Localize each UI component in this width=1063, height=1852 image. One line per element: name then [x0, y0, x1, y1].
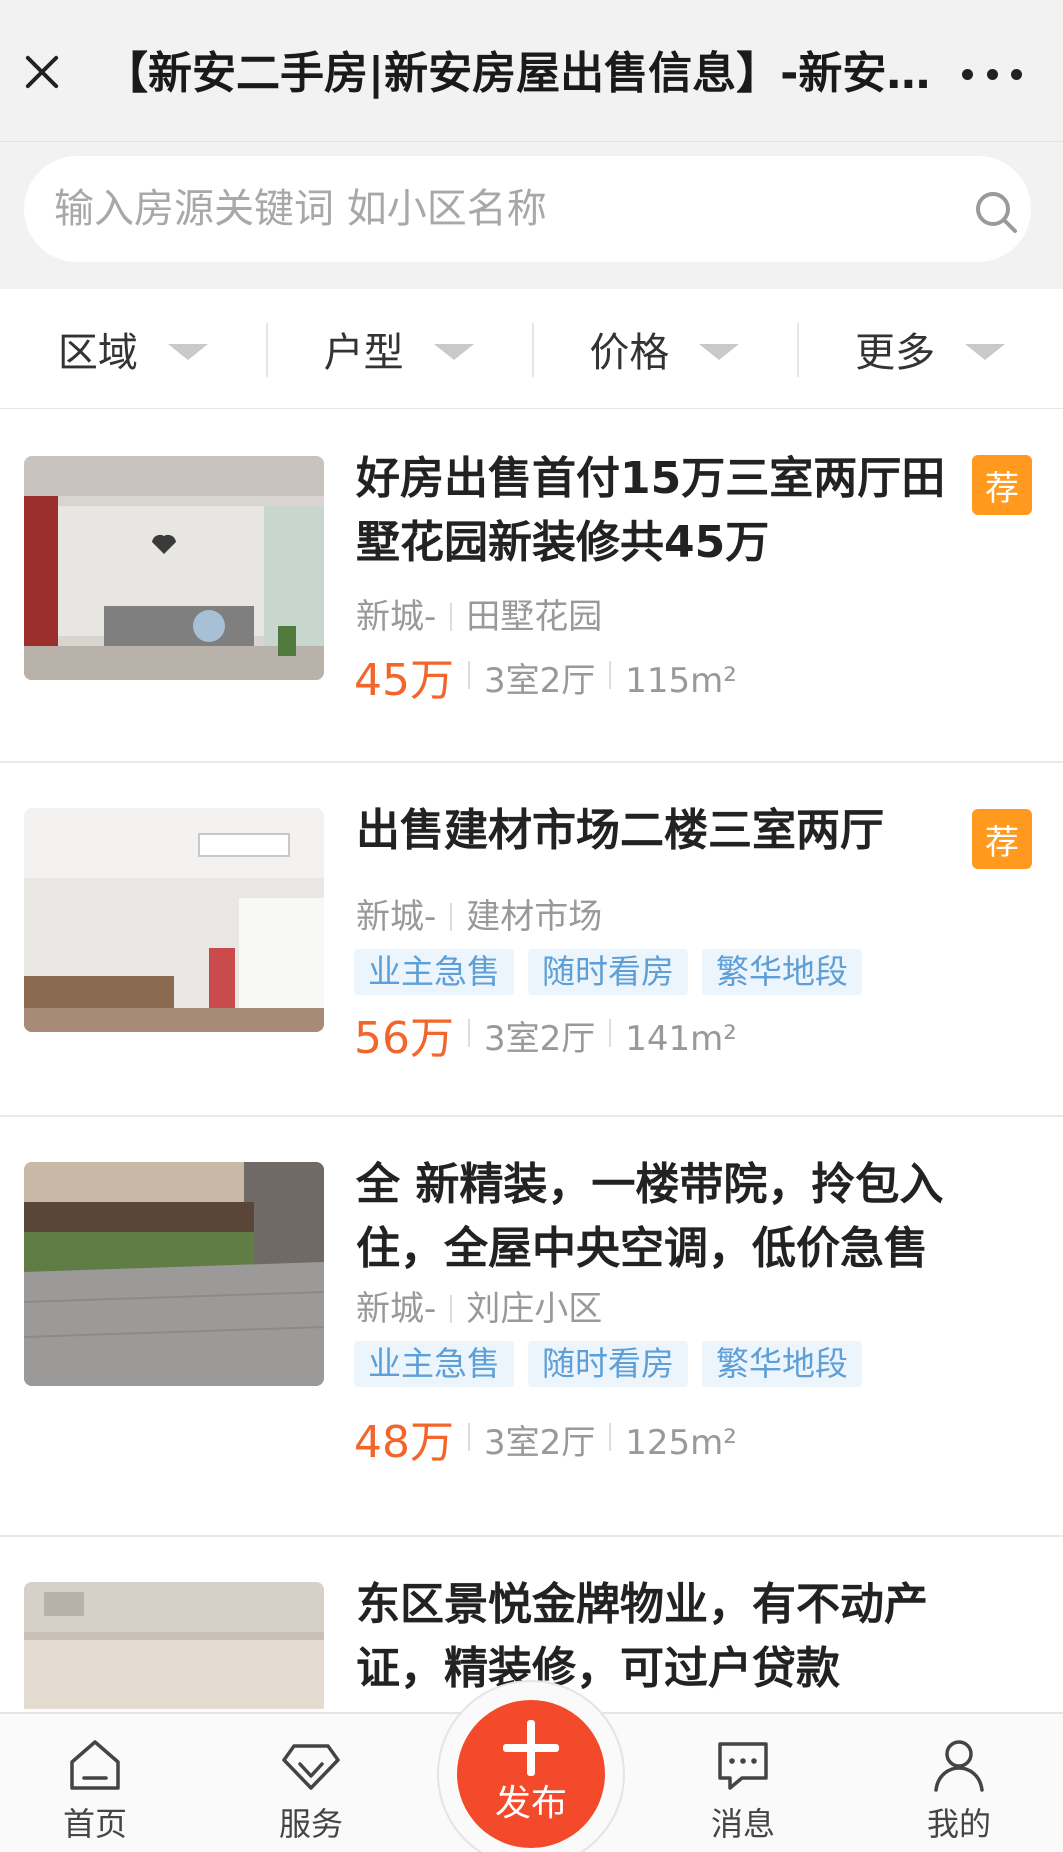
dropdown-arrow-icon [433, 343, 474, 360]
plus-icon [501, 1718, 561, 1778]
filter-layout[interactable]: 户型 [265, 289, 532, 408]
nav-home[interactable]: 首页 [35, 1734, 155, 1850]
listing-info: 45万 3室2厅 115m² [354, 653, 737, 709]
user-icon [934, 1740, 984, 1792]
listing-photo [24, 808, 324, 1032]
listing-item[interactable]: 全 新精装，一楼带院，拎包入住，全屋中央空调，低价急售 新城- 刘庄小区 业主急售… [0, 1117, 1063, 1537]
listing-price: 48万 [354, 1417, 454, 1468]
listing-info: 56万 3室2厅 141m² [354, 1011, 737, 1067]
diamond-icon [282, 1744, 340, 1790]
listing-item[interactable]: 好房出售首付15万三室两厅田墅花园新装修共45万 荐 新城- 田墅花园 45万 3室… [0, 409, 1063, 763]
listing-list: 好房出售首付15万三室两厅田墅花园新装修共45万 荐 新城- 田墅花园 45万 3室… [0, 409, 1063, 1709]
nav-label: 消息 [710, 1805, 775, 1843]
tag-prime-location: 繁华地段 [702, 949, 862, 995]
title-bar: 【新安二手房|新安房屋出售信息】-新安二手房网 [0, 0, 1063, 142]
listing-price: 56万 [354, 1013, 454, 1064]
listing-title: 出售建材市场二楼三室两厅 [356, 805, 884, 856]
dropdown-arrow-icon [699, 343, 740, 360]
listing-district: 新城- [356, 897, 437, 937]
tag-viewing-anytime: 随时看房 [528, 949, 688, 995]
nav-service[interactable]: 服务 [251, 1734, 371, 1850]
listing-area: 115m² [625, 661, 737, 701]
nav-label: 服务 [278, 1805, 343, 1843]
listing-layout: 3室2厅 [484, 1423, 596, 1463]
dropdown-arrow-icon [167, 343, 208, 360]
filter-bar: 区域 户型 价格 更多 [0, 289, 1063, 409]
listing-price: 45万 [354, 655, 454, 706]
listing-district: 新城- [356, 597, 437, 637]
divider [450, 603, 453, 631]
listing-community: 建材市场 [466, 897, 603, 937]
listing-title: 好房出售首付15万三室两厅田墅花园新装修共45万 [356, 453, 946, 568]
listing-tags: 业主急售 随时看房 繁华地段 [354, 949, 862, 995]
divider [468, 661, 470, 689]
tag-urgent-sale: 业主急售 [354, 949, 514, 995]
recommend-badge: 荐 [972, 455, 1032, 515]
listing-layout: 3室2厅 [484, 1019, 596, 1059]
listing-title: 全 新精装，一楼带院，拎包入住，全屋中央空调，低价急售 [356, 1159, 944, 1274]
close-icon[interactable] [18, 48, 66, 96]
more-options-icon[interactable] [962, 62, 1022, 86]
listing-tags: 业主急售 随时看房 繁华地段 [354, 1341, 862, 1387]
filter-price[interactable]: 价格 [531, 289, 798, 408]
listing-area: 125m² [625, 1423, 737, 1463]
nav-label: 我的 [926, 1805, 991, 1843]
listing-area: 141m² [625, 1019, 737, 1059]
listing-location: 新城- 建材市场 [356, 895, 602, 939]
search-icon[interactable] [974, 190, 1018, 234]
listing-info: 48万 3室2厅 125m² [354, 1415, 737, 1471]
page-title: 【新安二手房|新安房屋出售信息】-新安二手房网 [104, 48, 959, 99]
filter-region[interactable]: 区域 [0, 289, 266, 408]
search-area [0, 142, 1063, 289]
message-icon [718, 1742, 768, 1790]
filter-label: 区域 [57, 329, 138, 376]
listing-location: 新城- 田墅花园 [356, 595, 602, 639]
nav-mine[interactable]: 我的 [899, 1734, 1019, 1850]
search-box[interactable] [24, 156, 1031, 262]
tag-viewing-anytime: 随时看房 [528, 1341, 688, 1387]
listing-title: 东区景悦金牌物业，有不动产证，精装修，可过户贷款 [356, 1579, 928, 1694]
listing-location: 新城- 刘庄小区 [356, 1287, 602, 1331]
divider [609, 1423, 612, 1451]
dropdown-arrow-icon [965, 343, 1006, 360]
listing-photo [24, 456, 324, 680]
publish-button[interactable]: 发布 [457, 1700, 605, 1848]
bottom-nav: 首页 服务 发布 消息 我的 [0, 1680, 1063, 1852]
recommend-badge: 荐 [972, 809, 1032, 869]
listing-layout: 3室2厅 [484, 661, 596, 701]
search-input[interactable] [54, 179, 934, 239]
nav-label: 首页 [62, 1805, 127, 1843]
home-icon [70, 1740, 120, 1790]
filter-more[interactable]: 更多 [797, 289, 1063, 408]
filter-label: 更多 [855, 329, 936, 376]
filter-label: 价格 [589, 329, 670, 376]
listing-item[interactable]: 出售建材市场二楼三室两厅 荐 新城- 建材市场 业主急售 随时看房 繁华地段 56… [0, 763, 1063, 1117]
divider [609, 661, 612, 689]
listing-photo [24, 1582, 324, 1709]
divider [609, 1019, 612, 1047]
listing-community: 刘庄小区 [466, 1289, 603, 1329]
divider [450, 1295, 453, 1323]
tag-urgent-sale: 业主急售 [354, 1341, 514, 1387]
tag-prime-location: 繁华地段 [702, 1341, 862, 1387]
divider [468, 1019, 470, 1047]
nav-messages[interactable]: 消息 [683, 1734, 803, 1850]
filter-label: 户型 [323, 329, 404, 376]
publish-label: 发布 [494, 1783, 567, 1824]
divider [468, 1423, 470, 1451]
divider [450, 903, 453, 931]
listing-community: 田墅花园 [466, 597, 603, 637]
listing-photo [24, 1162, 324, 1386]
listing-district: 新城- [356, 1289, 437, 1329]
